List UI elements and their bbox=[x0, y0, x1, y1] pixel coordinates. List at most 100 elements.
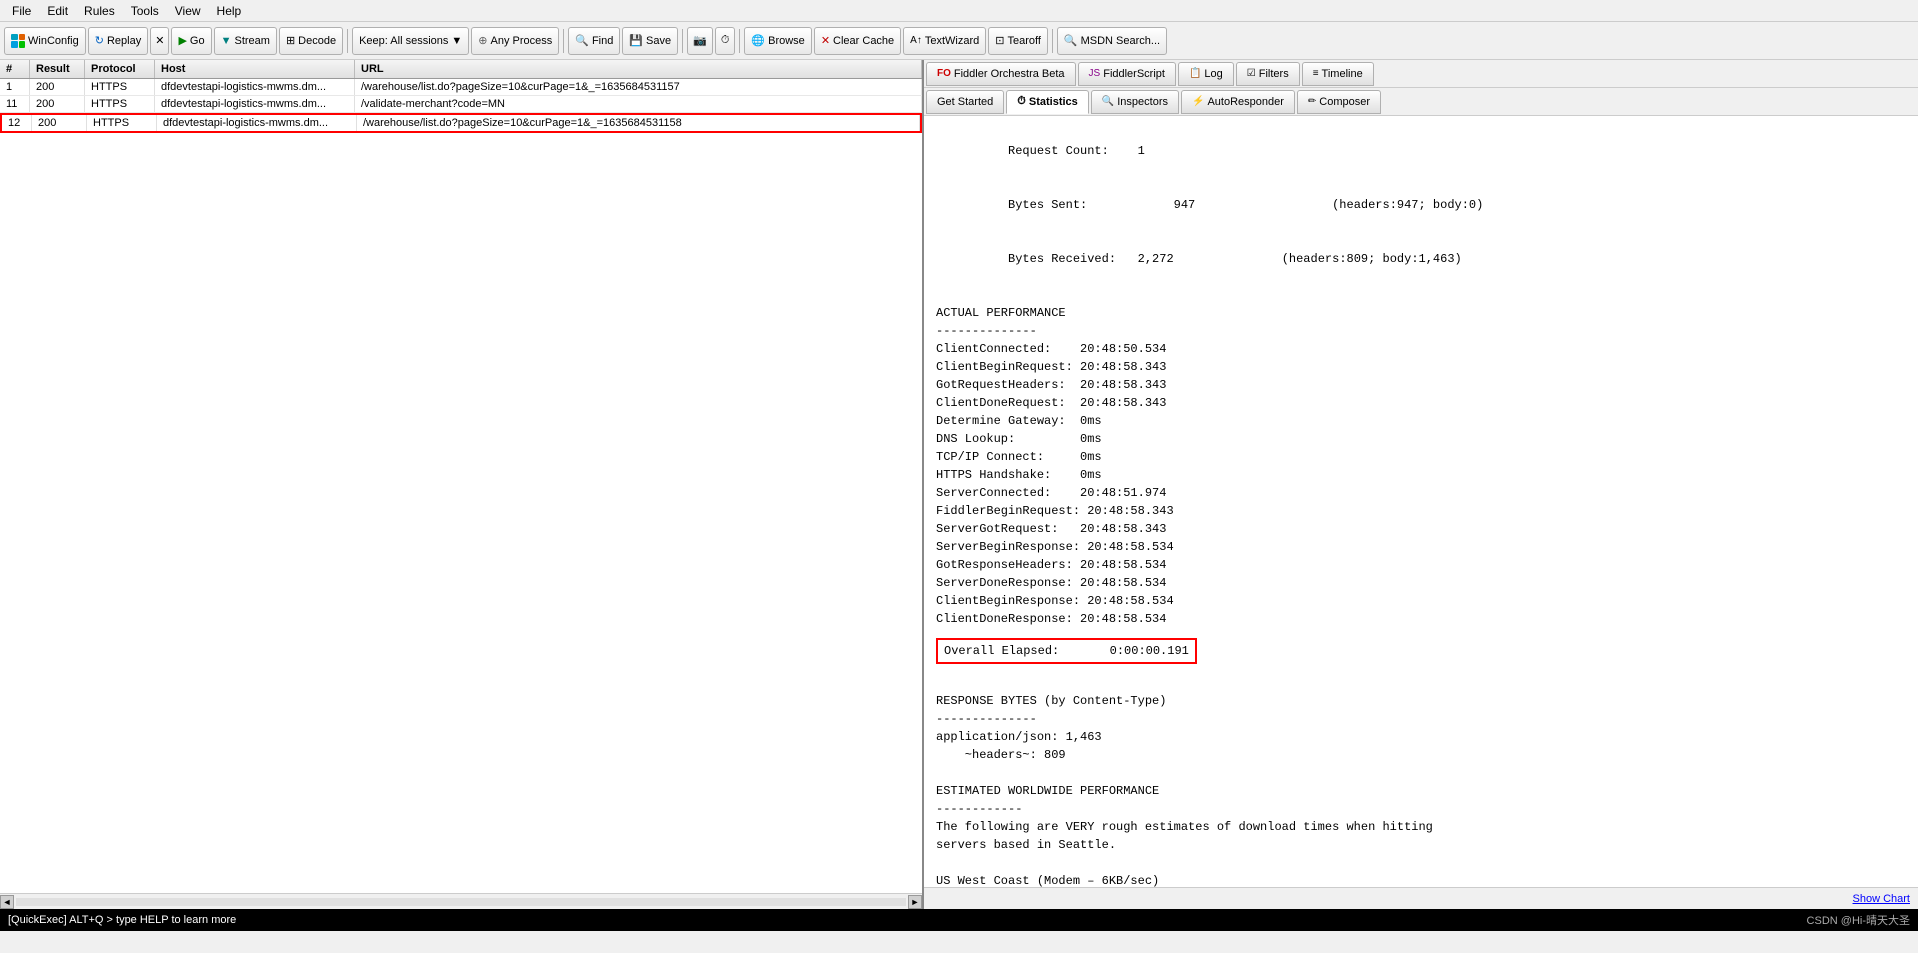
timer-button[interactable]: ⏱ bbox=[715, 27, 736, 55]
process-icon: ⊕ bbox=[478, 34, 487, 47]
tab-fiddler-orchestra[interactable]: FO Fiddler Orchestra Beta bbox=[926, 62, 1076, 86]
col-result: Result bbox=[30, 60, 85, 78]
left-pane: # Result Protocol Host URL 1 200 HTTPS d… bbox=[0, 60, 924, 909]
msdnsearch-icon: 🔍 bbox=[1064, 34, 1078, 47]
save-label: Save bbox=[646, 35, 671, 47]
us-west-header: US West Coast (Modem – 6KB/sec) bbox=[936, 872, 1906, 887]
tab-inspectors[interactable]: 🔍 Inspectors bbox=[1091, 90, 1179, 114]
tab-get-started[interactable]: Get Started bbox=[926, 90, 1004, 114]
timing-line-2: GotRequestHeaders: 20:48:58.343 bbox=[936, 376, 1906, 394]
clearcache-button[interactable]: ✕ Clear Cache bbox=[814, 27, 901, 55]
textwizard-button[interactable]: A↑ TextWizard bbox=[903, 27, 986, 55]
menu-bar: File Edit Rules Tools View Help bbox=[0, 0, 1918, 22]
save-icon: 💾 bbox=[629, 34, 643, 47]
status-text: [QuickExec] ALT+Q > type HELP to learn m… bbox=[8, 914, 236, 926]
row-protocol: HTTPS bbox=[87, 115, 157, 131]
timing-line-5: DNS Lookup: 0ms bbox=[936, 430, 1906, 448]
menu-view[interactable]: View bbox=[167, 2, 209, 20]
scroll-left-button[interactable]: ◄ bbox=[0, 895, 14, 909]
menu-tools[interactable]: Tools bbox=[123, 2, 167, 20]
timing-line-1: ClientBeginRequest: 20:48:58.343 bbox=[936, 358, 1906, 376]
estimated-desc1: The following are VERY rough estimates o… bbox=[936, 818, 1906, 836]
go-button[interactable]: ▶ Go bbox=[171, 27, 211, 55]
process-label: Any Process bbox=[490, 35, 552, 47]
menu-edit[interactable]: Edit bbox=[39, 2, 76, 20]
filters-icon: ☑ bbox=[1247, 68, 1256, 79]
row-id: 12 bbox=[2, 115, 32, 131]
tab-log[interactable]: 📋 Log bbox=[1178, 62, 1234, 86]
decode-button[interactable]: ⊞ Decode bbox=[279, 27, 343, 55]
timing-line-10: ServerGotRequest: 20:48:58.343 bbox=[936, 520, 1906, 538]
tab-statistics[interactable]: ⏱ Statistics bbox=[1006, 90, 1089, 114]
winconfig-label: WinConfig bbox=[28, 35, 79, 47]
scroll-track[interactable] bbox=[16, 898, 906, 906]
row-host: dfdevtestapi-logistics-mwms.dm... bbox=[157, 115, 357, 131]
winconfig-button[interactable]: WinConfig bbox=[4, 27, 86, 55]
keep-button[interactable]: Keep: All sessions ▼ bbox=[352, 27, 469, 55]
msdnsearch-label: MSDN Search... bbox=[1081, 35, 1160, 47]
row-url: /warehouse/list.do?pageSize=10&curPage=1… bbox=[357, 115, 920, 131]
horizontal-scrollbar[interactable]: ◄ ► bbox=[0, 893, 922, 909]
timing-line-14: ClientBeginResponse: 20:48:58.534 bbox=[936, 592, 1906, 610]
col-id: # bbox=[0, 60, 30, 78]
save-button[interactable]: 💾 Save bbox=[622, 27, 678, 55]
row-result: 200 bbox=[32, 115, 87, 131]
winconfig-icon bbox=[11, 34, 25, 48]
composer-icon: ✏ bbox=[1308, 96, 1316, 107]
tab-filters[interactable]: ☑ Filters bbox=[1236, 62, 1300, 86]
table-row-selected[interactable]: 12 200 HTTPS dfdevtestapi-logistics-mwms… bbox=[0, 113, 922, 133]
screenshot-icon: 📷 bbox=[693, 34, 707, 47]
row-url: /warehouse/list.do?pageSize=10&curPage=1… bbox=[355, 79, 922, 95]
tab-composer[interactable]: ✏ Composer bbox=[1297, 90, 1381, 114]
replay-button[interactable]: ↻ Replay bbox=[88, 27, 148, 55]
browse-button[interactable]: 🌐 Browse bbox=[744, 27, 811, 55]
stats-bytes-sent: Bytes Sent: 947 (headers:947; body:0) bbox=[936, 178, 1906, 232]
tab-timeline[interactable]: ≡ Timeline bbox=[1302, 62, 1374, 86]
stats-request-count: Request Count: 1 bbox=[936, 124, 1906, 178]
textwizard-icon: A↑ bbox=[910, 35, 922, 46]
tabs-row2: Get Started ⏱ Statistics 🔍 Inspectors ⚡ … bbox=[924, 88, 1918, 116]
inspectors-label: Inspectors bbox=[1117, 96, 1168, 108]
timing-line-11: ServerBeginResponse: 20:48:58.534 bbox=[936, 538, 1906, 556]
replay-label: Replay bbox=[107, 35, 141, 47]
row-id: 1 bbox=[0, 79, 30, 95]
separator-4 bbox=[739, 29, 740, 53]
process-button[interactable]: ⊕ Any Process bbox=[471, 27, 559, 55]
autoresponder-label: AutoResponder bbox=[1207, 96, 1283, 108]
browse-icon: 🌐 bbox=[751, 34, 765, 47]
timing-line-8: ServerConnected: 20:48:51.974 bbox=[936, 484, 1906, 502]
menu-file[interactable]: File bbox=[4, 2, 39, 20]
separator-3 bbox=[682, 29, 683, 53]
find-button[interactable]: 🔍 Find bbox=[568, 27, 620, 55]
right-pane: FO Fiddler Orchestra Beta JS FiddlerScri… bbox=[924, 60, 1918, 909]
keep-label: Keep: All sessions bbox=[359, 35, 448, 47]
screenshot-button[interactable]: 📷 bbox=[687, 27, 713, 55]
find-icon: 🔍 bbox=[575, 34, 589, 47]
show-chart-button[interactable]: Show Chart bbox=[1853, 893, 1910, 905]
inspectors-icon: 🔍 bbox=[1102, 96, 1114, 107]
keep-dropdown-icon: ▼ bbox=[451, 35, 462, 47]
statistics-icon: ⏱ bbox=[1017, 95, 1026, 108]
tab-fiddler-script[interactable]: JS FiddlerScript bbox=[1078, 62, 1176, 86]
scroll-right-button[interactable]: ► bbox=[908, 895, 922, 909]
menu-help[interactable]: Help bbox=[209, 2, 250, 20]
stream-label: Stream bbox=[234, 35, 269, 47]
headers-size-line: ~headers~: 809 bbox=[936, 746, 1906, 764]
main-container: # Result Protocol Host URL 1 200 HTTPS d… bbox=[0, 60, 1918, 909]
separator-2 bbox=[563, 29, 564, 53]
msdnsearch-button[interactable]: 🔍 MSDN Search... bbox=[1057, 27, 1167, 55]
clearcache-icon: ✕ bbox=[821, 34, 830, 47]
table-row[interactable]: 11 200 HTTPS dfdevtestapi-logistics-mwms… bbox=[0, 96, 922, 113]
separator1: -------------- bbox=[936, 322, 1906, 340]
table-row[interactable]: 1 200 HTTPS dfdevtestapi-logistics-mwms.… bbox=[0, 79, 922, 96]
stream-button[interactable]: ▼ Stream bbox=[214, 27, 277, 55]
overall-elapsed-value: 0:00:00.191 bbox=[1110, 644, 1189, 658]
tab-autoresponder[interactable]: ⚡ AutoResponder bbox=[1181, 90, 1295, 114]
session-table[interactable]: # Result Protocol Host URL 1 200 HTTPS d… bbox=[0, 60, 922, 893]
menu-rules[interactable]: Rules bbox=[76, 2, 123, 20]
browse-label: Browse bbox=[768, 35, 805, 47]
tearoff-button[interactable]: ⊡ Tearoff bbox=[988, 27, 1048, 55]
get-started-label: Get Started bbox=[937, 96, 993, 108]
autoresponder-icon: ⚡ bbox=[1192, 96, 1204, 107]
remove-button[interactable]: ✕ bbox=[150, 27, 169, 55]
